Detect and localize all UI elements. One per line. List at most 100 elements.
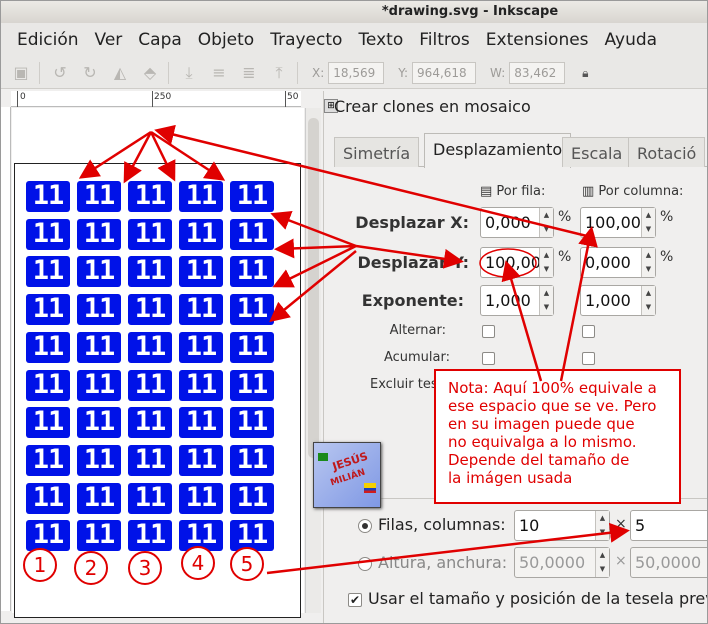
tile-clone[interactable]: 11 [26, 483, 70, 514]
select-all-icon[interactable]: ▣ [11, 63, 31, 83]
tab-desplazamiento[interactable]: Desplazamiento [424, 133, 572, 168]
rotate-ccw-icon[interactable]: ↺ [50, 63, 70, 83]
shift-y-col-field[interactable]: 0,000 ▲ ▼ [580, 247, 656, 278]
tile-clone[interactable]: 11 [128, 219, 172, 250]
shift-x-col-field[interactable]: 100,00 ▲ ▼ [580, 207, 656, 238]
tile-clone[interactable]: 11 [128, 256, 172, 287]
tile-clone[interactable]: 11 [230, 256, 274, 287]
spin-buttons-icon[interactable]: ▲ ▼ [539, 208, 553, 237]
menu-objeto[interactable]: Objeto [198, 30, 254, 50]
scrollbar-thumb[interactable] [308, 118, 319, 458]
tile-clone[interactable]: 11 [77, 370, 121, 401]
tab-escala[interactable]: Escala [562, 137, 632, 167]
spin-buttons-icon[interactable]: ▲ ▼ [539, 286, 553, 315]
lock-icon[interactable]: 🔒︎ [575, 63, 595, 83]
raise-icon[interactable]: ≣ [239, 63, 259, 83]
lower-icon[interactable]: ≡ [209, 63, 229, 83]
tile-clone[interactable]: 11 [179, 256, 223, 287]
menu-capa[interactable]: Capa [138, 30, 182, 50]
tile-clone[interactable]: 11 [77, 332, 121, 363]
tile-clone[interactable]: 11 [77, 219, 121, 250]
tile-clone[interactable]: 11 [26, 332, 70, 363]
tile-clone[interactable]: 11 [26, 256, 70, 287]
height-field[interactable]: 50,0000 ▲ ▼ [514, 547, 610, 578]
lower-to-bottom-icon[interactable]: ⤓ [179, 63, 199, 83]
tile-clone[interactable]: 11 [179, 483, 223, 514]
tile-clone[interactable]: 11 [230, 483, 274, 514]
tile-clone[interactable]: 11 [179, 294, 223, 325]
menu-extensiones[interactable]: Extensiones [486, 30, 589, 50]
tile-clone[interactable]: 11 [26, 370, 70, 401]
use-saved-size-checkbox[interactable]: ✔ [348, 593, 362, 607]
tile-clone[interactable]: 11 [77, 483, 121, 514]
menu-ver[interactable]: Ver [95, 30, 123, 50]
tile-clone[interactable]: 11 [230, 219, 274, 250]
tile-clone[interactable]: 11 [77, 181, 121, 212]
spin-buttons-icon[interactable]: ▲ ▼ [641, 286, 655, 315]
tile-clone[interactable]: 11 [230, 370, 274, 401]
spin-buttons-icon[interactable]: ▲ ▼ [539, 248, 553, 277]
shift-x-row-field[interactable]: 0,000 ▲ ▼ [480, 207, 554, 238]
tile-clone[interactable]: 11 [128, 520, 172, 551]
tile-clone[interactable]: 11 [179, 332, 223, 363]
alternate-col-checkbox[interactable] [582, 325, 595, 338]
y-field[interactable]: 964,618 [412, 61, 477, 84]
rows-columns-radio[interactable] [358, 519, 372, 533]
tile-clone[interactable]: 11 [230, 294, 274, 325]
tile-clone[interactable]: 11 [26, 219, 70, 250]
tile-clone[interactable]: 11 [77, 294, 121, 325]
tile-clone[interactable]: 11 [179, 181, 223, 212]
height-width-radio[interactable] [358, 557, 372, 571]
tile-clone[interactable]: 11 [128, 445, 172, 476]
tile-clone[interactable]: 11 [128, 407, 172, 438]
tile-clone[interactable]: 11 [128, 370, 172, 401]
tile-clone[interactable]: 11 [128, 332, 172, 363]
tile-clone[interactable]: 11 [77, 256, 121, 287]
menu-filtros[interactable]: Filtros [419, 30, 470, 50]
tile-clone[interactable]: 11 [128, 181, 172, 212]
x-field[interactable]: 18,569 [328, 61, 385, 84]
menu-edicion[interactable]: Edición [17, 30, 79, 50]
exponent-row-field[interactable]: 1,000 ▲ ▼ [480, 285, 554, 316]
shift-y-row-field[interactable]: 100,00 ▲ ▼ [480, 247, 554, 278]
tile-clone[interactable]: 11 [230, 332, 274, 363]
tile-clone[interactable]: 11 [179, 445, 223, 476]
spin-buttons-icon[interactable]: ▲ ▼ [641, 248, 655, 277]
width-field[interactable]: 50,0000 [630, 547, 707, 578]
rotate-cw-icon[interactable]: ↻ [80, 63, 100, 83]
columns-field[interactable]: 5 [630, 510, 707, 541]
tile-clone[interactable]: 11 [26, 407, 70, 438]
tile-clone[interactable]: 11 [26, 181, 70, 212]
tab-simetria[interactable]: Simetría [334, 137, 420, 167]
tile-clone[interactable]: 11 [230, 407, 274, 438]
spin-buttons-icon[interactable]: ▲ ▼ [595, 548, 609, 577]
rows-field[interactable]: 10 ▲ ▼ [514, 510, 610, 541]
raise-to-top-icon[interactable]: ⤒ [269, 63, 289, 83]
tile-clone[interactable]: 11 [77, 407, 121, 438]
cumulate-col-checkbox[interactable] [582, 352, 595, 365]
tile-clone[interactable]: 11 [230, 181, 274, 212]
tile-clone[interactable]: 11 [128, 483, 172, 514]
spin-buttons-icon[interactable]: ▲ ▼ [641, 208, 655, 237]
flip-vertical-icon[interactable]: ⬘ [140, 63, 160, 83]
tile-clone[interactable]: 11 [128, 294, 172, 325]
menu-ayuda[interactable]: Ayuda [605, 30, 658, 50]
tile-clone[interactable]: 11 [26, 294, 70, 325]
cumulate-row-checkbox[interactable] [482, 352, 495, 365]
flip-horizontal-icon[interactable]: ◭ [110, 63, 130, 83]
tile-clone[interactable]: 11 [179, 370, 223, 401]
tab-rotacion[interactable]: Rotació [628, 137, 706, 167]
vertical-scrollbar[interactable] [305, 108, 321, 613]
tile-clone[interactable]: 11 [77, 445, 121, 476]
spin-buttons-icon[interactable]: ▲ ▼ [595, 511, 609, 540]
exponent-col-field[interactable]: 1,000 ▲ ▼ [580, 285, 656, 316]
menu-texto[interactable]: Texto [358, 30, 403, 50]
tile-clone[interactable]: 11 [230, 445, 274, 476]
tile-clone[interactable]: 11 [179, 407, 223, 438]
tile-clone[interactable]: 11 [26, 520, 70, 551]
w-field[interactable]: 83,462 [509, 61, 566, 84]
tile-clone[interactable]: 11 [26, 445, 70, 476]
tile-clone[interactable]: 11 [77, 520, 121, 551]
alternate-row-checkbox[interactable] [482, 325, 495, 338]
tile-clone[interactable]: 11 [179, 219, 223, 250]
